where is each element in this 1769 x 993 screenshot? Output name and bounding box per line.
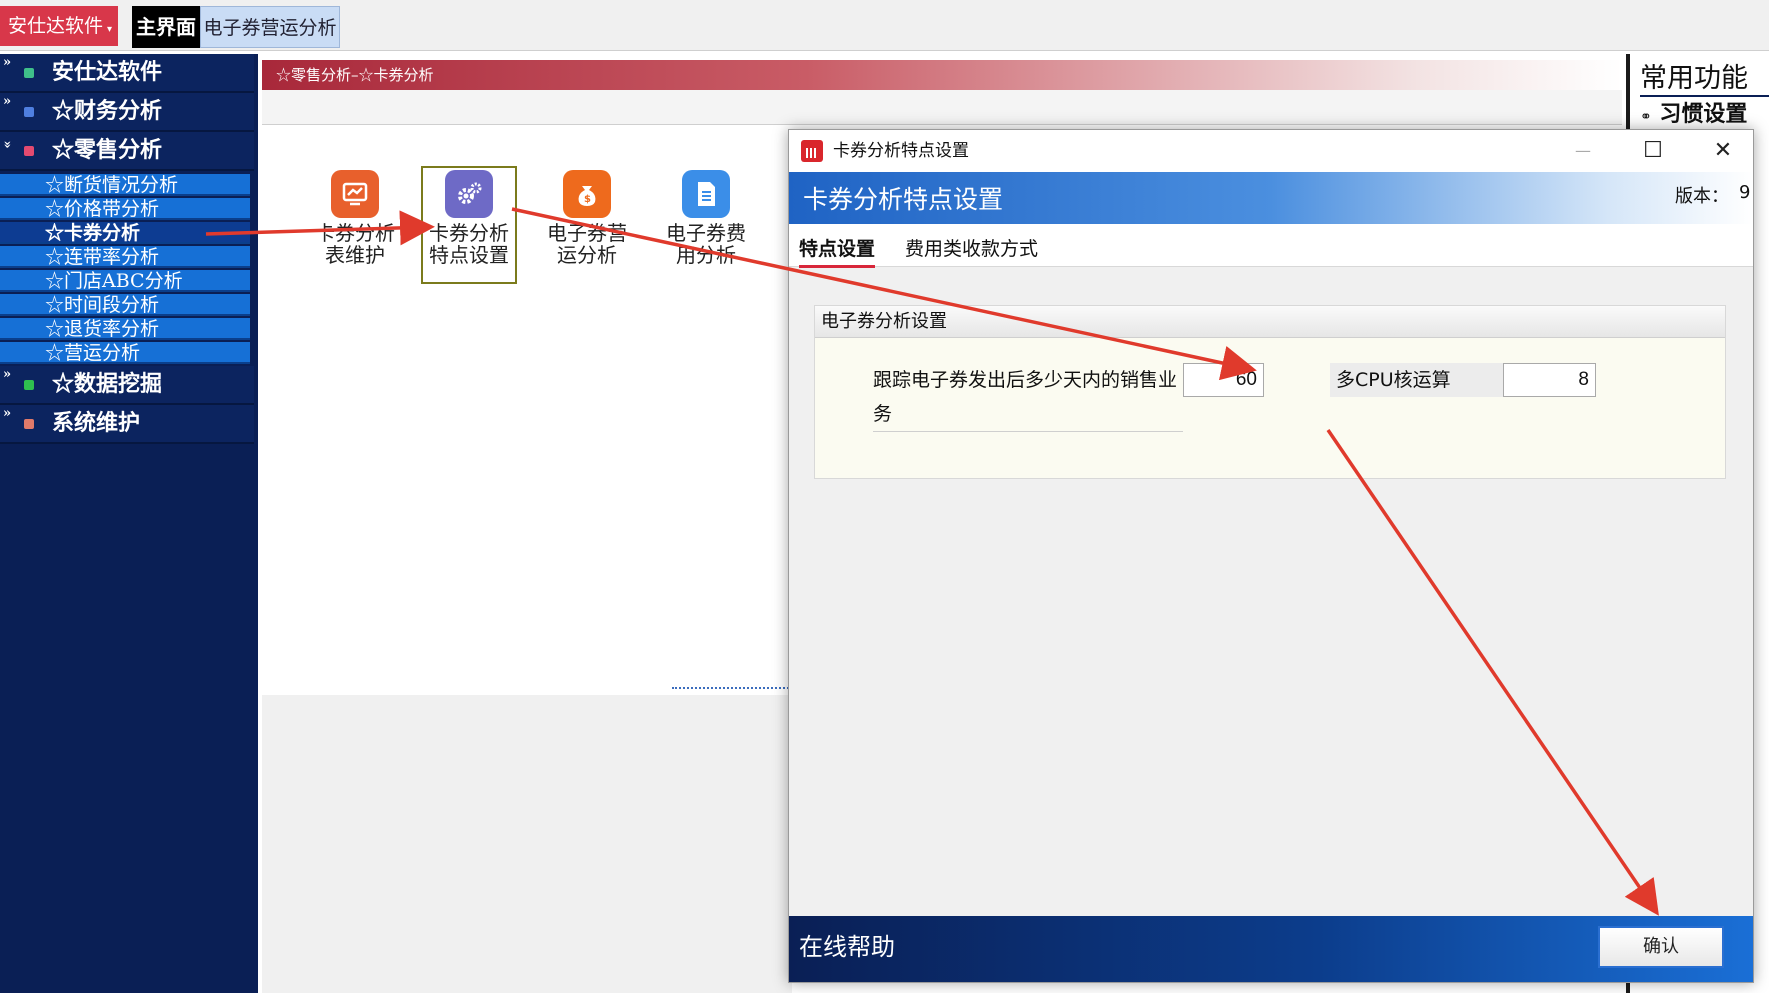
sidebar-item-system[interactable]: » 系统维护 (0, 405, 254, 444)
tool-label-line1: 卡券分析 (429, 221, 509, 245)
top-tab-bar: 安仕达软件 ▾ 主界面 电子券营运分析 (0, 0, 1769, 51)
minimize-button[interactable]: — (1553, 130, 1613, 172)
money-bag-icon: $ (563, 170, 611, 218)
brand-menu-button[interactable]: 安仕达软件 ▾ (0, 6, 118, 46)
tool-label-line1: 卡券分析 (315, 221, 395, 245)
sidebar-subitem-stockout[interactable]: ☆断货情况分析 (0, 174, 250, 196)
center-toolbar-strip (262, 90, 1622, 125)
tool-label-line2: 表维护 (325, 243, 385, 267)
square-icon (24, 68, 34, 78)
svg-text:$: $ (584, 194, 591, 205)
feature-settings-dialog: 卡券分析特点设置 — ☐ ✕ 卡券分析特点设置 版本： 9 特点设置 费用类收款… (788, 129, 1754, 983)
tab-main[interactable]: 主界面 (132, 6, 200, 48)
sidebar-item-retail[interactable]: » ☆零售分析 (0, 132, 254, 171)
sidebar-item-finance[interactable]: » ☆财务分析 (0, 93, 254, 132)
tool-label-line2: 特点设置 (429, 243, 509, 267)
version-value: 9 (1739, 182, 1751, 203)
sidebar-item-label: ☆数据挖掘 (52, 371, 163, 397)
track-days-label: 跟踪电子券发出后多少天内的销售业务 (873, 363, 1183, 432)
banner-title: 卡券分析特点设置 (803, 185, 1004, 214)
sidebar: » 安仕达软件 » ☆财务分析 » ☆零售分析 ☆断货情况分析 ☆价格带分析 ☆… (0, 54, 258, 993)
sidebar-item-label: 安仕达软件 (52, 59, 163, 85)
chevron-down-icon: ▾ (107, 24, 113, 35)
version-label: 版本： (1675, 186, 1729, 207)
square-icon (24, 419, 34, 429)
app-logo-icon (801, 140, 823, 162)
sidebar-subitem-operations[interactable]: ☆营运分析 (0, 342, 250, 364)
sidebar-subitem-store-abc[interactable]: ☆门店ABC分析 (0, 270, 250, 292)
tab-feature-settings[interactable]: 特点设置 (799, 234, 876, 268)
scroll-indicator[interactable] (672, 687, 792, 694)
square-icon (24, 146, 34, 156)
tab-ecoupon-analysis[interactable]: 电子券营运分析 (200, 6, 340, 48)
sidebar-item-company[interactable]: » 安仕达软件 (0, 54, 254, 93)
habit-settings-label: 习惯设置 (1659, 101, 1748, 127)
chevron-icon: » (3, 94, 12, 109)
sidebar-item-label: ☆零售分析 (52, 137, 163, 163)
chevron-icon: » (3, 367, 12, 382)
chart-board-icon (331, 170, 379, 218)
center-empty-area (262, 695, 792, 993)
panel-title: 常用功能 (1640, 56, 1769, 97)
maximize-button[interactable]: ☐ (1623, 130, 1683, 172)
close-button[interactable]: ✕ (1693, 130, 1753, 172)
tool-label-line2: 运分析 (557, 243, 617, 267)
tool-ecoupon-operations[interactable]: $ 电子券营 运分析 (539, 170, 635, 290)
dialog-banner: 卡券分析特点设置 版本： 9 (789, 172, 1753, 224)
document-icon (682, 170, 730, 218)
online-help-link[interactable]: 在线帮助 (799, 916, 895, 978)
brand-label: 安仕达软件 (8, 15, 104, 37)
gear-icon (445, 170, 493, 218)
sidebar-item-label: 系统维护 (52, 410, 141, 436)
tab-fee-payment-methods[interactable]: 费用类收款方式 (905, 234, 1038, 265)
sidebar-item-data-mining[interactable]: » ☆数据挖掘 (0, 366, 254, 405)
track-days-input[interactable]: 60 (1183, 363, 1264, 397)
sidebar-subitem-attach-rate[interactable]: ☆连带率分析 (0, 246, 250, 268)
sidebar-subitem-card-coupon[interactable]: ☆卡券分析 (0, 222, 250, 244)
square-icon (24, 107, 34, 117)
tool-card-feature-settings[interactable]: 卡券分析 特点设置 (421, 166, 517, 284)
group-title: 电子券分析设置 (815, 306, 1725, 338)
sidebar-subitem-time-period[interactable]: ☆时间段分析 (0, 294, 250, 316)
dialog-footer: 在线帮助 确认 (789, 916, 1753, 982)
cpu-cores-label: 多CPU核运算 (1330, 363, 1503, 397)
dialog-titlebar[interactable]: 卡券分析特点设置 — ☐ ✕ (789, 130, 1753, 172)
sidebar-subitem-return-rate[interactable]: ☆退货率分析 (0, 318, 250, 340)
chevron-icon: » (3, 406, 12, 421)
habit-settings-link[interactable]: ⚭ 习惯设置 (1640, 96, 1747, 128)
square-icon (24, 380, 34, 390)
tool-label-line1: 电子券费 (666, 221, 746, 245)
dialog-title: 卡券分析特点设置 (833, 141, 969, 161)
confirm-button[interactable]: 确认 (1598, 926, 1724, 968)
tool-label-line2: 用分析 (676, 243, 736, 267)
cpu-cores-input[interactable]: 8 (1503, 363, 1596, 397)
dialog-tab-strip: 特点设置 费用类收款方式 (789, 224, 1753, 268)
tool-label-line1: 电子券营 (547, 221, 627, 245)
chevron-down-icon: » (0, 140, 15, 149)
tool-ecoupon-cost[interactable]: 电子券费 用分析 (658, 170, 754, 290)
breadcrumb: ☆零售分析–☆卡券分析 (262, 60, 1622, 90)
ecoupon-settings-group: 电子券分析设置 跟踪电子券发出后多少天内的销售业务 60 多CPU核运算 8 (814, 305, 1726, 479)
link-icon: ⚭ (1640, 109, 1652, 125)
sidebar-item-label: ☆财务分析 (52, 98, 163, 124)
chevron-icon: » (3, 55, 12, 70)
tool-card-table-maintenance[interactable]: 卡券分析 表维护 (307, 170, 403, 290)
sidebar-subitem-price-band[interactable]: ☆价格带分析 (0, 198, 250, 220)
